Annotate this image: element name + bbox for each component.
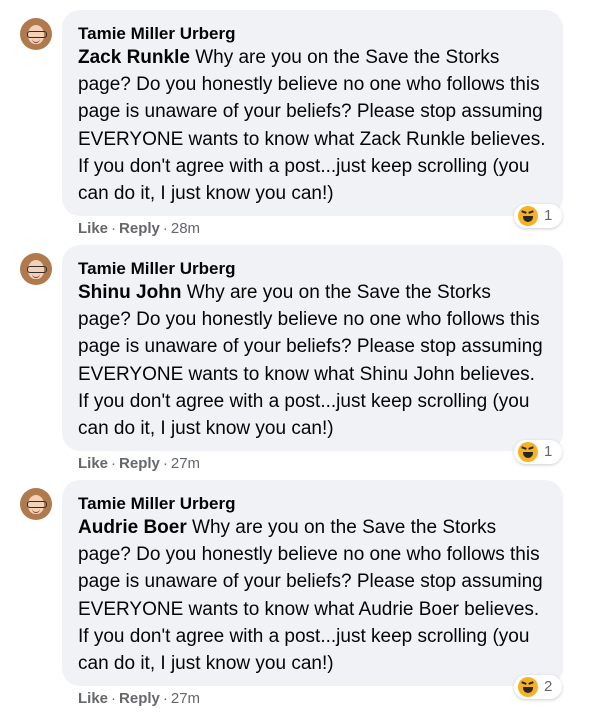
- like-button[interactable]: Like: [78, 220, 108, 237]
- avatar[interactable]: [20, 18, 52, 50]
- haha-emoji-icon: [518, 442, 538, 462]
- comment-actions: Like · Reply · 27m: [78, 690, 200, 707]
- mention-link[interactable]: Audrie Boer: [78, 517, 187, 538]
- comment-text: Audrie Boer Why are you on the Save the …: [78, 514, 548, 677]
- separator: ·: [162, 220, 168, 237]
- reaction-count: 2: [544, 678, 553, 695]
- reaction-count: 1: [544, 443, 553, 460]
- comment-author[interactable]: Tamie Miller Urberg: [78, 494, 235, 514]
- avatar[interactable]: [20, 253, 52, 285]
- separator: ·: [111, 455, 117, 472]
- comment-actions: Like · Reply · 28m: [78, 220, 200, 237]
- comment-actions: Like · Reply · 27m: [78, 455, 200, 472]
- like-button[interactable]: Like: [78, 455, 108, 472]
- comment-text: Shinu John Why are you on the Save the S…: [78, 279, 548, 442]
- reply-button[interactable]: Reply: [119, 455, 160, 472]
- comment-text: Zack Runkle Why are you on the Save the …: [78, 44, 548, 207]
- reply-button[interactable]: Reply: [119, 690, 160, 707]
- separator: ·: [162, 455, 168, 472]
- comment-body: Why are you on the Save the Storks page?…: [78, 517, 543, 675]
- comment-body: Why are you on the Save the Storks page?…: [78, 47, 546, 205]
- avatar[interactable]: [20, 488, 52, 520]
- like-button[interactable]: Like: [78, 690, 108, 707]
- comment-author[interactable]: Tamie Miller Urberg: [78, 259, 235, 279]
- reaction-badge[interactable]: 1: [514, 440, 562, 464]
- timestamp[interactable]: 27m: [171, 455, 200, 472]
- reaction-count: 1: [544, 207, 553, 224]
- separator: ·: [162, 690, 168, 707]
- comment-author[interactable]: Tamie Miller Urberg: [78, 24, 235, 44]
- timestamp[interactable]: 27m: [171, 690, 200, 707]
- reaction-badge[interactable]: 2: [514, 675, 562, 699]
- reaction-badge[interactable]: 1: [514, 204, 562, 228]
- reply-button[interactable]: Reply: [119, 220, 160, 237]
- timestamp[interactable]: 28m: [171, 220, 200, 237]
- separator: ·: [111, 220, 117, 237]
- comment-body: Why are you on the Save the Storks page?…: [78, 282, 543, 440]
- haha-emoji-icon: [518, 677, 538, 697]
- haha-emoji-icon: [518, 206, 538, 226]
- mention-link[interactable]: Shinu John: [78, 282, 181, 303]
- mention-link[interactable]: Zack Runkle: [78, 47, 190, 68]
- separator: ·: [111, 690, 117, 707]
